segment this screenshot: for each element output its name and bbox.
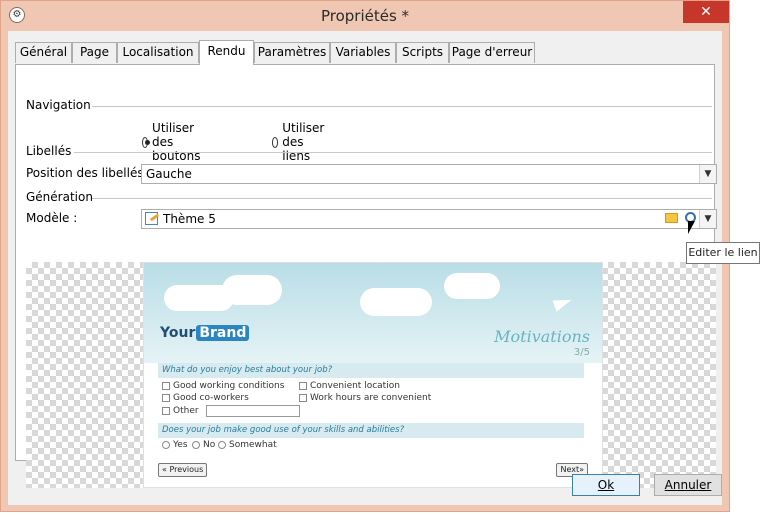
option-checkbox: Work hours are convenient <box>299 393 431 403</box>
question-1: What do you enjoy best about your job? <box>158 363 584 378</box>
tab-page[interactable]: Page <box>72 42 117 63</box>
ok-button[interactable]: Ok <box>572 474 640 496</box>
labels-heading: Libellés <box>26 144 72 158</box>
option-checkbox: Other <box>162 405 300 417</box>
edit-link-tooltip: Editer le lien <box>686 242 760 264</box>
tab-parametres[interactable]: Paramètres <box>254 42 330 63</box>
option-checkbox: Good co-workers <box>162 393 249 403</box>
mouse-pointer-icon <box>688 221 695 234</box>
template-preview: Your Brand Motivations 3/5 What do you en… <box>143 262 603 488</box>
navigation-heading: Navigation <box>26 98 91 112</box>
cloud-shape <box>360 288 432 316</box>
brand-logo: Your Brand <box>160 325 250 341</box>
cancel-button[interactable]: Annuler <box>654 474 722 496</box>
theme-icon <box>145 212 160 225</box>
chevron-down-icon[interactable]: ▼ <box>699 210 716 228</box>
position-label: Position des libellés : <box>26 166 152 180</box>
properties-window: ⚙ Propriétés * ✕ Général Page Localisati… <box>0 0 730 512</box>
chevron-down-icon[interactable]: ▼ <box>699 165 716 183</box>
tab-general[interactable]: Général <box>15 42 72 63</box>
radio-buttons-option[interactable]: Utiliser des boutons <box>142 121 205 163</box>
option-checkbox: Convenient location <box>299 381 400 391</box>
generation-heading: Génération <box>26 190 93 204</box>
option-radio: Yes <box>162 440 188 450</box>
position-value: Gauche <box>146 167 192 181</box>
close-icon: ✕ <box>700 4 712 20</box>
tab-variables[interactable]: Variables <box>330 42 396 63</box>
question-2: Does your job make good use of your skil… <box>158 423 584 438</box>
tab-scripts[interactable]: Scripts <box>396 42 449 63</box>
divider <box>92 198 712 199</box>
folder-icon[interactable] <box>665 213 678 223</box>
divider <box>92 106 712 107</box>
radio-unselected-icon <box>272 136 279 148</box>
radio-selected-icon <box>142 136 151 148</box>
survey-title: Motivations <box>494 327 590 346</box>
tab-rendu[interactable]: Rendu <box>199 40 254 65</box>
model-label: Modèle : <box>26 211 78 225</box>
cloud-shape <box>444 273 500 299</box>
tab-localisation[interactable]: Localisation <box>117 42 199 63</box>
position-select[interactable]: Gauche ▼ <box>141 164 717 184</box>
rendu-panel: Navigation Utiliser des boutons Utiliser… <box>15 64 717 488</box>
tab-page-erreur[interactable]: Page d'erreur <box>449 42 535 63</box>
close-button[interactable]: ✕ <box>683 1 729 23</box>
window-title: Propriétés * <box>320 7 410 25</box>
title-bar: ⚙ Propriétés * ✕ <box>1 1 729 31</box>
option-radio: No <box>192 440 215 450</box>
cloud-shape <box>222 275 282 305</box>
divider <box>74 152 712 153</box>
option-radio: Somewhat <box>218 440 277 450</box>
template-preview-area: Your Brand Motivations 3/5 What do you en… <box>26 262 716 488</box>
option-checkbox: Good working conditions <box>162 381 284 391</box>
dialog-client: Général Page Localisation Rendu Paramètr… <box>8 31 722 505</box>
model-value: Thème 5 <box>163 212 216 226</box>
radio-links-option[interactable]: Utiliser des liens <box>272 121 329 163</box>
preview-previous-button: « Previous <box>158 463 208 477</box>
model-select[interactable]: Thème 5 ▼ <box>141 209 717 229</box>
page-number: 3/5 <box>573 347 590 358</box>
